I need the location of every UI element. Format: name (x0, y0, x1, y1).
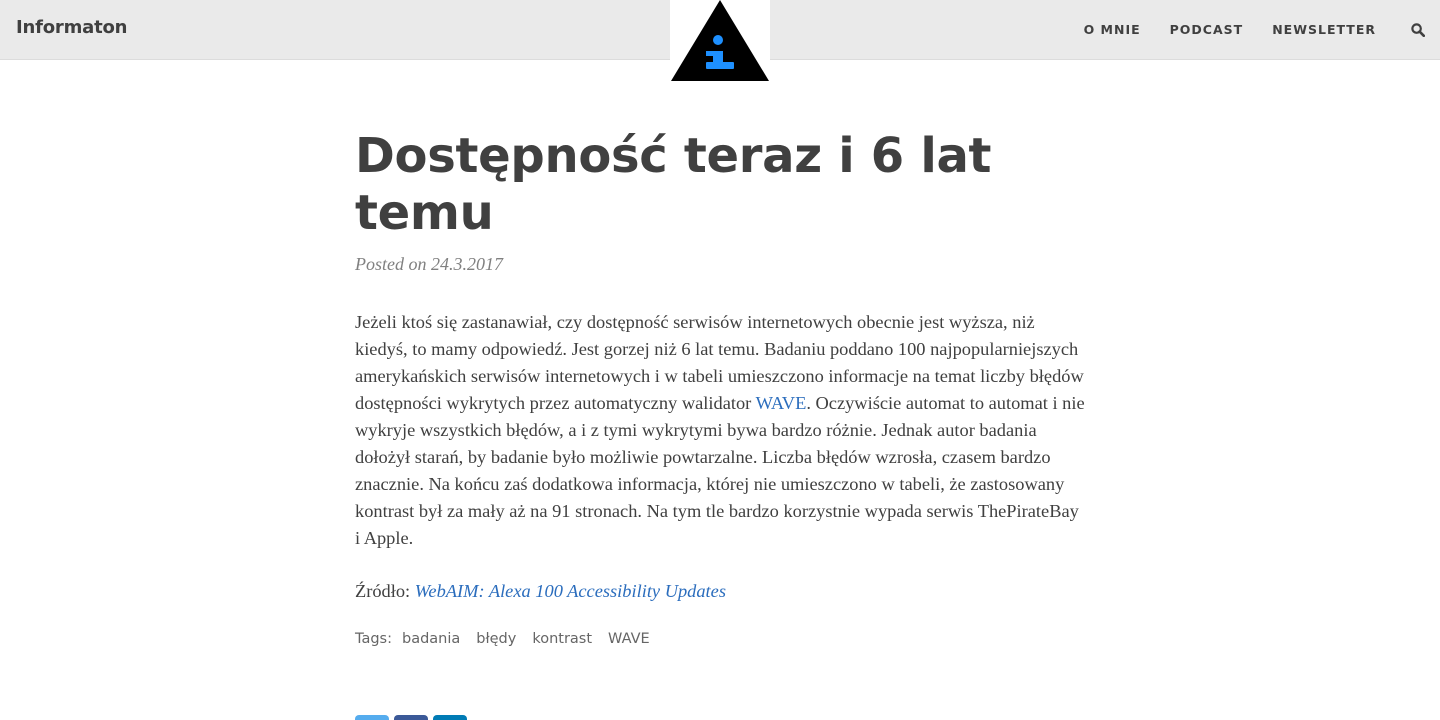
source-line: Źródło: WebAIM: Alexa 100 Accessibility … (355, 581, 1085, 602)
tags-list: Tags: badania błędy kontrast WAVE (355, 631, 1085, 647)
post-body: Jeżeli ktoś się zastanawiał, czy dostępn… (355, 309, 1085, 552)
site-logo[interactable] (670, 0, 770, 82)
nav-item-o-mnie[interactable]: O MNIE (1084, 22, 1141, 37)
main-nav: O MNIE PODCAST NEWSLETTER (1055, 0, 1426, 59)
source-link[interactable]: WebAIM: Alexa 100 Accessibility Updates (415, 581, 726, 601)
facebook-share-button[interactable] (394, 715, 428, 720)
wave-link[interactable]: WAVE (756, 393, 807, 413)
brand-link[interactable]: Informaton (16, 17, 127, 38)
tag-badania[interactable]: badania (402, 631, 460, 647)
search-icon (1411, 22, 1425, 37)
source-label: Źródło: (355, 581, 411, 601)
search-button[interactable] (1410, 22, 1426, 38)
post: Dostępność teraz i 6 lat temu Posted on … (355, 128, 1085, 647)
post-title: Dostępność teraz i 6 lat temu (355, 128, 992, 241)
tag-kontrast[interactable]: kontrast (532, 631, 592, 647)
nav-item-newsletter[interactable]: NEWSLETTER (1272, 22, 1376, 37)
navbar: Informaton O MNIE PODCAST NEWSLETTER (0, 0, 1440, 82)
linkedin-share-button[interactable] (433, 715, 467, 720)
post-paragraph: Jeżeli ktoś się zastanawiał, czy dostępn… (355, 309, 1085, 552)
twitter-share-button[interactable] (355, 715, 389, 720)
tags-label: Tags: (355, 631, 392, 647)
info-triangle-logo-icon (671, 0, 769, 81)
nav-item-podcast[interactable]: PODCAST (1170, 22, 1244, 37)
tag-bledy[interactable]: błędy (476, 631, 516, 647)
share-buttons (355, 715, 472, 720)
post-date: Posted on 24.3.2017 (355, 254, 503, 274)
tag-wave[interactable]: WAVE (608, 631, 650, 647)
paragraph-text-end: . Oczywiście automat to automat i nie wy… (355, 393, 1085, 548)
